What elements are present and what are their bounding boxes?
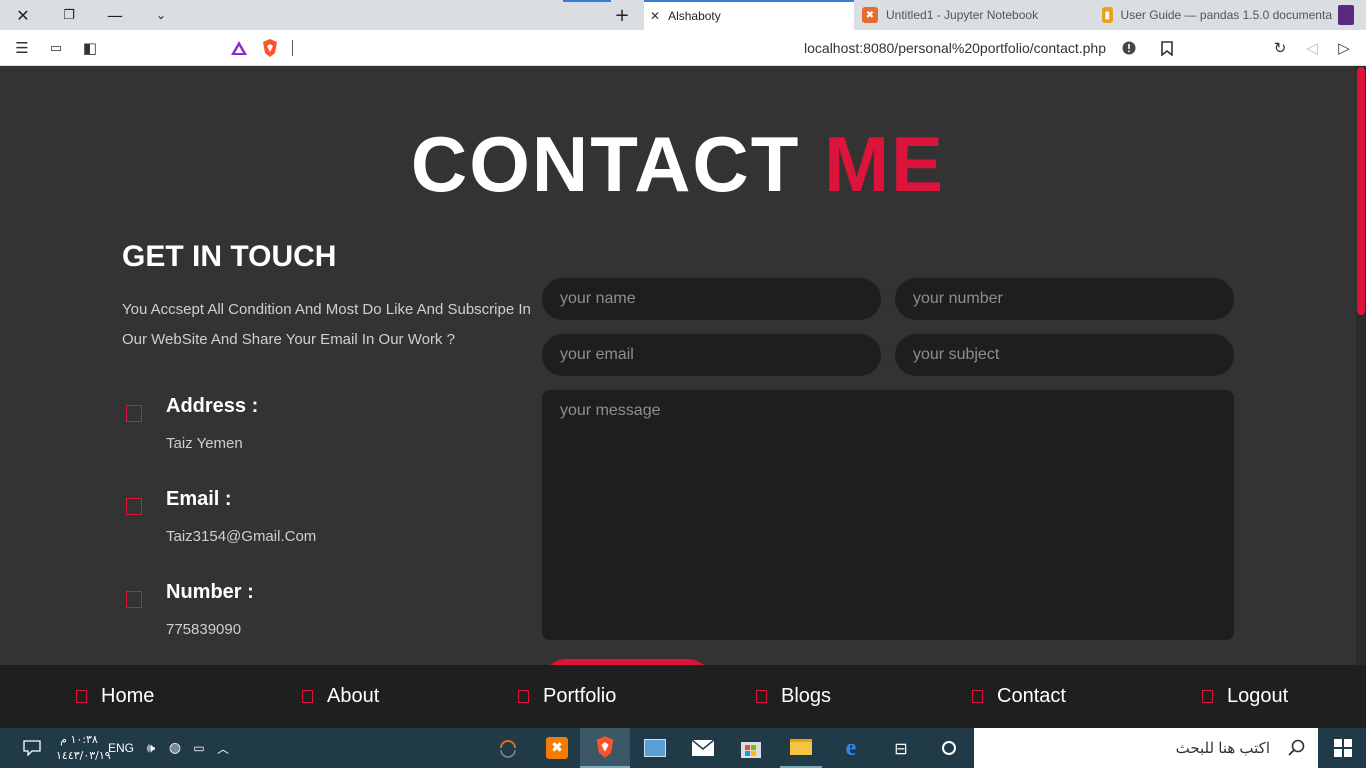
nav-blogs[interactable]: Blogs — [756, 665, 831, 728]
address-label: Address : — [166, 395, 259, 417]
network-icon[interactable]: ◍ — [164, 728, 186, 768]
address-icon — [126, 405, 142, 422]
nav-logout[interactable]: Logout — [1202, 665, 1288, 728]
reload-icon[interactable]: ↻ — [1270, 38, 1290, 58]
footer-nav: Home About Portfolio Blogs Contact Logou… — [0, 665, 1366, 728]
intro-text: You Accsept All Condition And Most Do Li… — [122, 301, 531, 348]
forward-icon[interactable]: ▷ — [1334, 38, 1354, 58]
nav-label: Contact — [997, 685, 1066, 707]
nav-label: About — [327, 685, 380, 707]
page-content: CONTACT ME GET IN TOUCH You Accsept All … — [0, 67, 1356, 665]
title-accent: ME — [824, 120, 946, 208]
edge-icon[interactable]: e — [828, 728, 874, 768]
number-info: Number : 775839090 — [122, 581, 522, 641]
brave-taskbar-icon[interactable] — [580, 728, 630, 768]
email-info: Email : Taiz3154@Gmail.Com — [122, 488, 522, 548]
search-placeholder: اكتب هنا للبحث — [1175, 740, 1270, 757]
nav-home[interactable]: Home — [76, 665, 154, 728]
about-icon — [302, 690, 313, 703]
restore-window-icon[interactable]: ❐ — [46, 0, 92, 30]
back-icon[interactable]: ◁ — [1302, 38, 1322, 58]
message-textarea[interactable] — [542, 390, 1234, 640]
address-value: Taiz Yemen — [166, 435, 243, 452]
book-icon: ▮ — [1102, 7, 1113, 23]
address-info: Address : Taiz Yemen — [122, 395, 522, 455]
nav-label: Blogs — [781, 685, 832, 707]
nav-about[interactable]: About — [302, 665, 379, 728]
text-cursor — [292, 40, 293, 56]
tab-jupyter[interactable]: ✖ Untitled1 - Jupyter Notebook — [856, 0, 1096, 30]
page-title: CONTACT ME — [0, 119, 1356, 210]
taskbar-search[interactable]: اكتب هنا للبحث — [974, 728, 1318, 768]
tab-title: User Guide — pandas 1.5.0 documenta — [1120, 8, 1332, 22]
minimize-window-icon[interactable]: — — [92, 0, 138, 30]
xampp-taskbar-icon[interactable]: ✖ — [534, 728, 580, 768]
home-icon — [76, 690, 87, 703]
tab-pandas[interactable]: ▮ User Guide — pandas 1.5.0 documenta — [1096, 0, 1332, 30]
clock[interactable]: ١٠:٣٨ م ١٤٤٣/٠٣/١٩ — [56, 732, 111, 764]
email-value: Taiz3154@Gmail.Com — [166, 528, 317, 545]
mail-icon[interactable] — [680, 728, 726, 768]
xampp-icon: ✖ — [862, 7, 878, 23]
search-icon — [1288, 739, 1305, 756]
tab-alshaboty[interactable]: ✕ Alshaboty — [644, 0, 854, 30]
number-value: 775839090 — [166, 621, 242, 638]
nav-contact[interactable]: Contact — [972, 665, 1066, 728]
blogs-icon — [756, 690, 767, 703]
scrollbar-thumb[interactable] — [1357, 67, 1365, 315]
email-input[interactable] — [542, 334, 881, 376]
brave-rewards-icon[interactable] — [230, 40, 248, 56]
store-icon[interactable] — [728, 728, 774, 768]
show-hidden-icons-chevron-icon[interactable]: ︿ — [212, 728, 234, 768]
volume-icon[interactable]: 🕪 — [140, 728, 162, 768]
phone-icon — [126, 591, 142, 608]
email-icon — [126, 498, 142, 515]
tab-title: Alshaboty — [668, 9, 721, 23]
clock-time: ١٠:٣٨ م — [60, 733, 98, 746]
control-panel-icon[interactable] — [632, 728, 678, 768]
portfolio-icon — [518, 690, 529, 703]
extension-icon[interactable] — [1338, 5, 1354, 25]
taskbar: ١٠:٣٨ م ١٤٤٣/٠٣/١٩ ENG 🕪 ◍ ▭ ︿ ✖ e ⊟ اكت… — [0, 728, 1366, 768]
task-view-icon[interactable]: ⊟ — [878, 728, 924, 768]
menu-icon[interactable]: ☰ — [12, 38, 32, 58]
start-windows-icon[interactable] — [1320, 728, 1366, 768]
notifications-icon[interactable] — [10, 728, 54, 768]
name-input[interactable] — [542, 278, 881, 320]
number-label: Number : — [166, 581, 254, 603]
logout-icon — [1202, 690, 1213, 703]
close-tab-icon[interactable]: ✕ — [650, 9, 660, 23]
bookmark-icon[interactable] — [1157, 38, 1177, 58]
sidebar-icon[interactable]: ◧ — [80, 38, 100, 58]
nav-label: Portfolio — [543, 685, 617, 707]
language-indicator[interactable]: ENG — [106, 728, 136, 768]
brave-shields-icon[interactable] — [262, 38, 278, 58]
clock-date: ١٤٤٣/٠٣/١٩ — [56, 749, 111, 762]
nav-portfolio[interactable]: Portfolio — [518, 665, 616, 728]
title-main: CONTACT — [410, 120, 801, 208]
file-explorer-icon[interactable] — [780, 728, 822, 768]
battery-icon[interactable]: ▭ — [188, 728, 210, 768]
browser-tab-bar: ✕ ❐ — ⌄ + ✕ Alshaboty ✖ Untitled1 - Jupy… — [0, 0, 1366, 30]
new-tab-icon[interactable]: + — [599, 0, 645, 30]
email-label: Email : — [166, 488, 232, 510]
address-bar[interactable]: localhost:8080/personal%20portfolio/cont… — [222, 32, 1142, 64]
info-icon[interactable] — [1122, 41, 1136, 55]
subject-input[interactable] — [895, 334, 1234, 376]
number-input[interactable] — [895, 278, 1234, 320]
cortana-icon[interactable] — [926, 728, 972, 768]
loading-app-icon[interactable] — [486, 728, 530, 768]
url-text: localhost:8080/personal%20portfolio/cont… — [804, 40, 1106, 56]
tab-list-chevron-icon[interactable]: ⌄ — [138, 0, 184, 30]
tab-title: Untitled1 - Jupyter Notebook — [886, 8, 1039, 22]
nav-label: Home — [101, 685, 155, 707]
nav-label: Logout — [1227, 685, 1289, 707]
close-window-icon[interactable]: ✕ — [0, 0, 46, 30]
contact-icon — [972, 690, 983, 703]
get-in-touch-heading: GET IN TOUCH — [122, 240, 337, 273]
browser-toolbar: ☰ ▭ ◧ localhost:8080/personal%20portfoli… — [0, 30, 1366, 66]
wallet-icon[interactable]: ▭ — [46, 38, 66, 58]
